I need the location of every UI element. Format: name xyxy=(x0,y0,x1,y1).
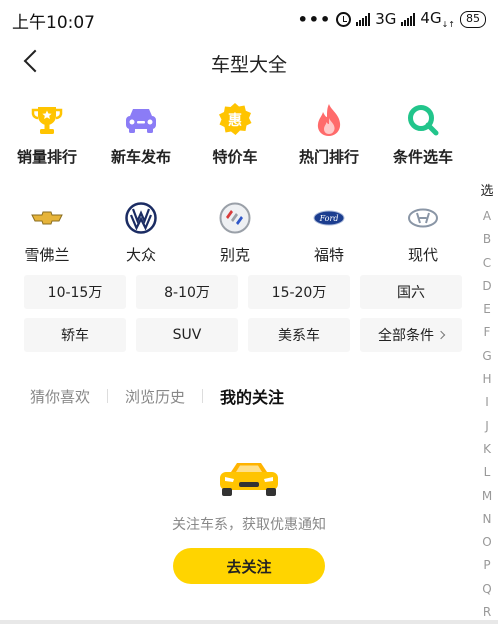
volkswagen-logo-icon xyxy=(123,200,159,236)
discount-badge-text: 惠 xyxy=(228,113,242,129)
index-letter[interactable]: I xyxy=(485,391,489,414)
search-icon xyxy=(405,102,441,138)
index-letter[interactable]: E xyxy=(483,298,491,321)
chip-sedan[interactable]: 轿车 xyxy=(24,318,126,352)
brand-label: 别克 xyxy=(219,246,250,264)
network-4g: 4G↓↑ xyxy=(420,9,455,29)
hyundai-logo-icon xyxy=(405,200,441,236)
index-letter[interactable]: H xyxy=(482,368,491,391)
index-letter[interactable]: P xyxy=(483,554,490,577)
battery-icon: 85 xyxy=(460,10,486,28)
index-letter[interactable]: O xyxy=(482,531,491,554)
alarm-icon xyxy=(336,11,352,27)
network-3g: 3G xyxy=(375,10,397,28)
ford-logo-text: Ford xyxy=(319,214,339,223)
more-dots-icon: ••• xyxy=(297,9,332,29)
index-letter[interactable]: L xyxy=(484,461,491,484)
empty-state-text: 关注车系，获取优惠通知 xyxy=(172,517,326,533)
chip-price-8-10[interactable]: 8-10万 xyxy=(136,275,238,309)
car-icon xyxy=(123,102,159,138)
chevrolet-logo-icon xyxy=(29,200,65,236)
brand-label: 福特 xyxy=(313,246,344,264)
tab-browse-history[interactable]: 浏览历史 xyxy=(125,386,185,407)
index-letter[interactable]: Q xyxy=(482,578,491,601)
signal-icon xyxy=(356,12,371,26)
index-letter[interactable]: A xyxy=(483,205,491,228)
chip-price-15-20[interactable]: 15-20万 xyxy=(248,275,350,309)
status-bar: 上午10:07 ••• 3G 4G↓↑ 85 xyxy=(0,0,498,36)
tab-my-follows[interactable]: 我的关注 xyxy=(220,384,284,408)
index-letter[interactable]: K xyxy=(483,438,491,461)
index-letter[interactable]: D xyxy=(482,275,491,298)
feature-new-release[interactable]: 新车发布 xyxy=(94,102,188,167)
index-title[interactable]: 选 xyxy=(480,180,493,199)
ford-logo-icon: Ford xyxy=(311,200,347,236)
feature-label: 特价车 xyxy=(212,148,258,166)
index-letter[interactable]: G xyxy=(482,345,491,368)
brand-label: 雪佛兰 xyxy=(24,246,70,264)
feature-special-price[interactable]: 惠 特价车 xyxy=(188,102,282,167)
brand-buick[interactable]: 别克 xyxy=(188,200,282,265)
content-tabs: 猜你喜欢 浏览历史 我的关注 xyxy=(30,384,284,408)
brand-hyundai[interactable]: 现代 xyxy=(376,200,470,265)
signal-icon-2 xyxy=(401,12,416,26)
chip-all-conditions[interactable]: 全部条件 xyxy=(360,318,462,352)
discount-badge-icon: 惠 xyxy=(217,102,253,138)
alphabet-index-bar[interactable]: 选 A B C D E F G H I J K L M N O P Q R xyxy=(480,180,494,624)
feature-label: 条件选车 xyxy=(392,148,453,166)
chip-guoliu[interactable]: 国六 xyxy=(360,275,462,309)
flame-icon xyxy=(311,102,347,138)
brand-chevrolet[interactable]: 雪佛兰 xyxy=(0,200,94,265)
feature-shortcuts: 销量排行 新车发布 惠 特价车 热门排行 条件选车 xyxy=(0,102,470,167)
follow-button[interactable]: 去关注 xyxy=(173,548,325,584)
brand-label: 大众 xyxy=(125,246,156,264)
feature-condition-filter[interactable]: 条件选车 xyxy=(376,102,470,167)
tab-guess-you-like[interactable]: 猜你喜欢 xyxy=(30,386,90,407)
buick-logo-icon xyxy=(217,200,253,236)
tab-divider xyxy=(107,389,109,403)
price-filter-chips: 10-15万 8-10万 15-20万 国六 xyxy=(24,275,464,309)
feature-label: 新车发布 xyxy=(110,148,171,166)
feature-label: 热门排行 xyxy=(298,148,359,166)
index-letter[interactable]: J xyxy=(485,415,489,438)
brand-label: 现代 xyxy=(407,246,438,264)
tab-divider xyxy=(202,389,204,403)
empty-state: 关注车系，获取优惠通知 去关注 xyxy=(0,460,498,584)
nav-bar: 车型大全 xyxy=(0,40,498,84)
chip-american[interactable]: 美系车 xyxy=(248,318,350,352)
index-letter[interactable]: C xyxy=(483,252,491,275)
index-letter[interactable]: B xyxy=(483,228,491,251)
index-letter[interactable]: N xyxy=(483,508,492,531)
status-time: 上午10:07 xyxy=(12,13,95,33)
index-letter[interactable]: M xyxy=(482,485,492,508)
chip-all-conditions-label: 全部条件 xyxy=(378,328,434,344)
feature-hot-ranking[interactable]: 热门排行 xyxy=(282,102,376,167)
brand-list: 雪佛兰 大众 别克 Ford 福特 现代 xyxy=(0,200,470,265)
feature-label: 销量排行 xyxy=(16,148,77,166)
status-icons: ••• 3G 4G↓↑ 85 xyxy=(298,9,486,29)
chevron-right-icon xyxy=(436,330,446,340)
type-filter-chips: 轿车 SUV 美系车 全部条件 xyxy=(24,318,464,352)
feature-sales-ranking[interactable]: 销量排行 xyxy=(0,102,94,167)
bottom-divider xyxy=(0,620,498,624)
chip-suv[interactable]: SUV xyxy=(136,318,238,352)
brand-volkswagen[interactable]: 大众 xyxy=(94,200,188,265)
index-letter[interactable]: F xyxy=(484,321,491,344)
trophy-icon xyxy=(29,102,65,138)
page-title: 车型大全 xyxy=(210,54,287,76)
chip-price-10-15[interactable]: 10-15万 xyxy=(24,275,126,309)
sports-car-icon xyxy=(217,460,281,504)
brand-ford[interactable]: Ford 福特 xyxy=(282,200,376,265)
